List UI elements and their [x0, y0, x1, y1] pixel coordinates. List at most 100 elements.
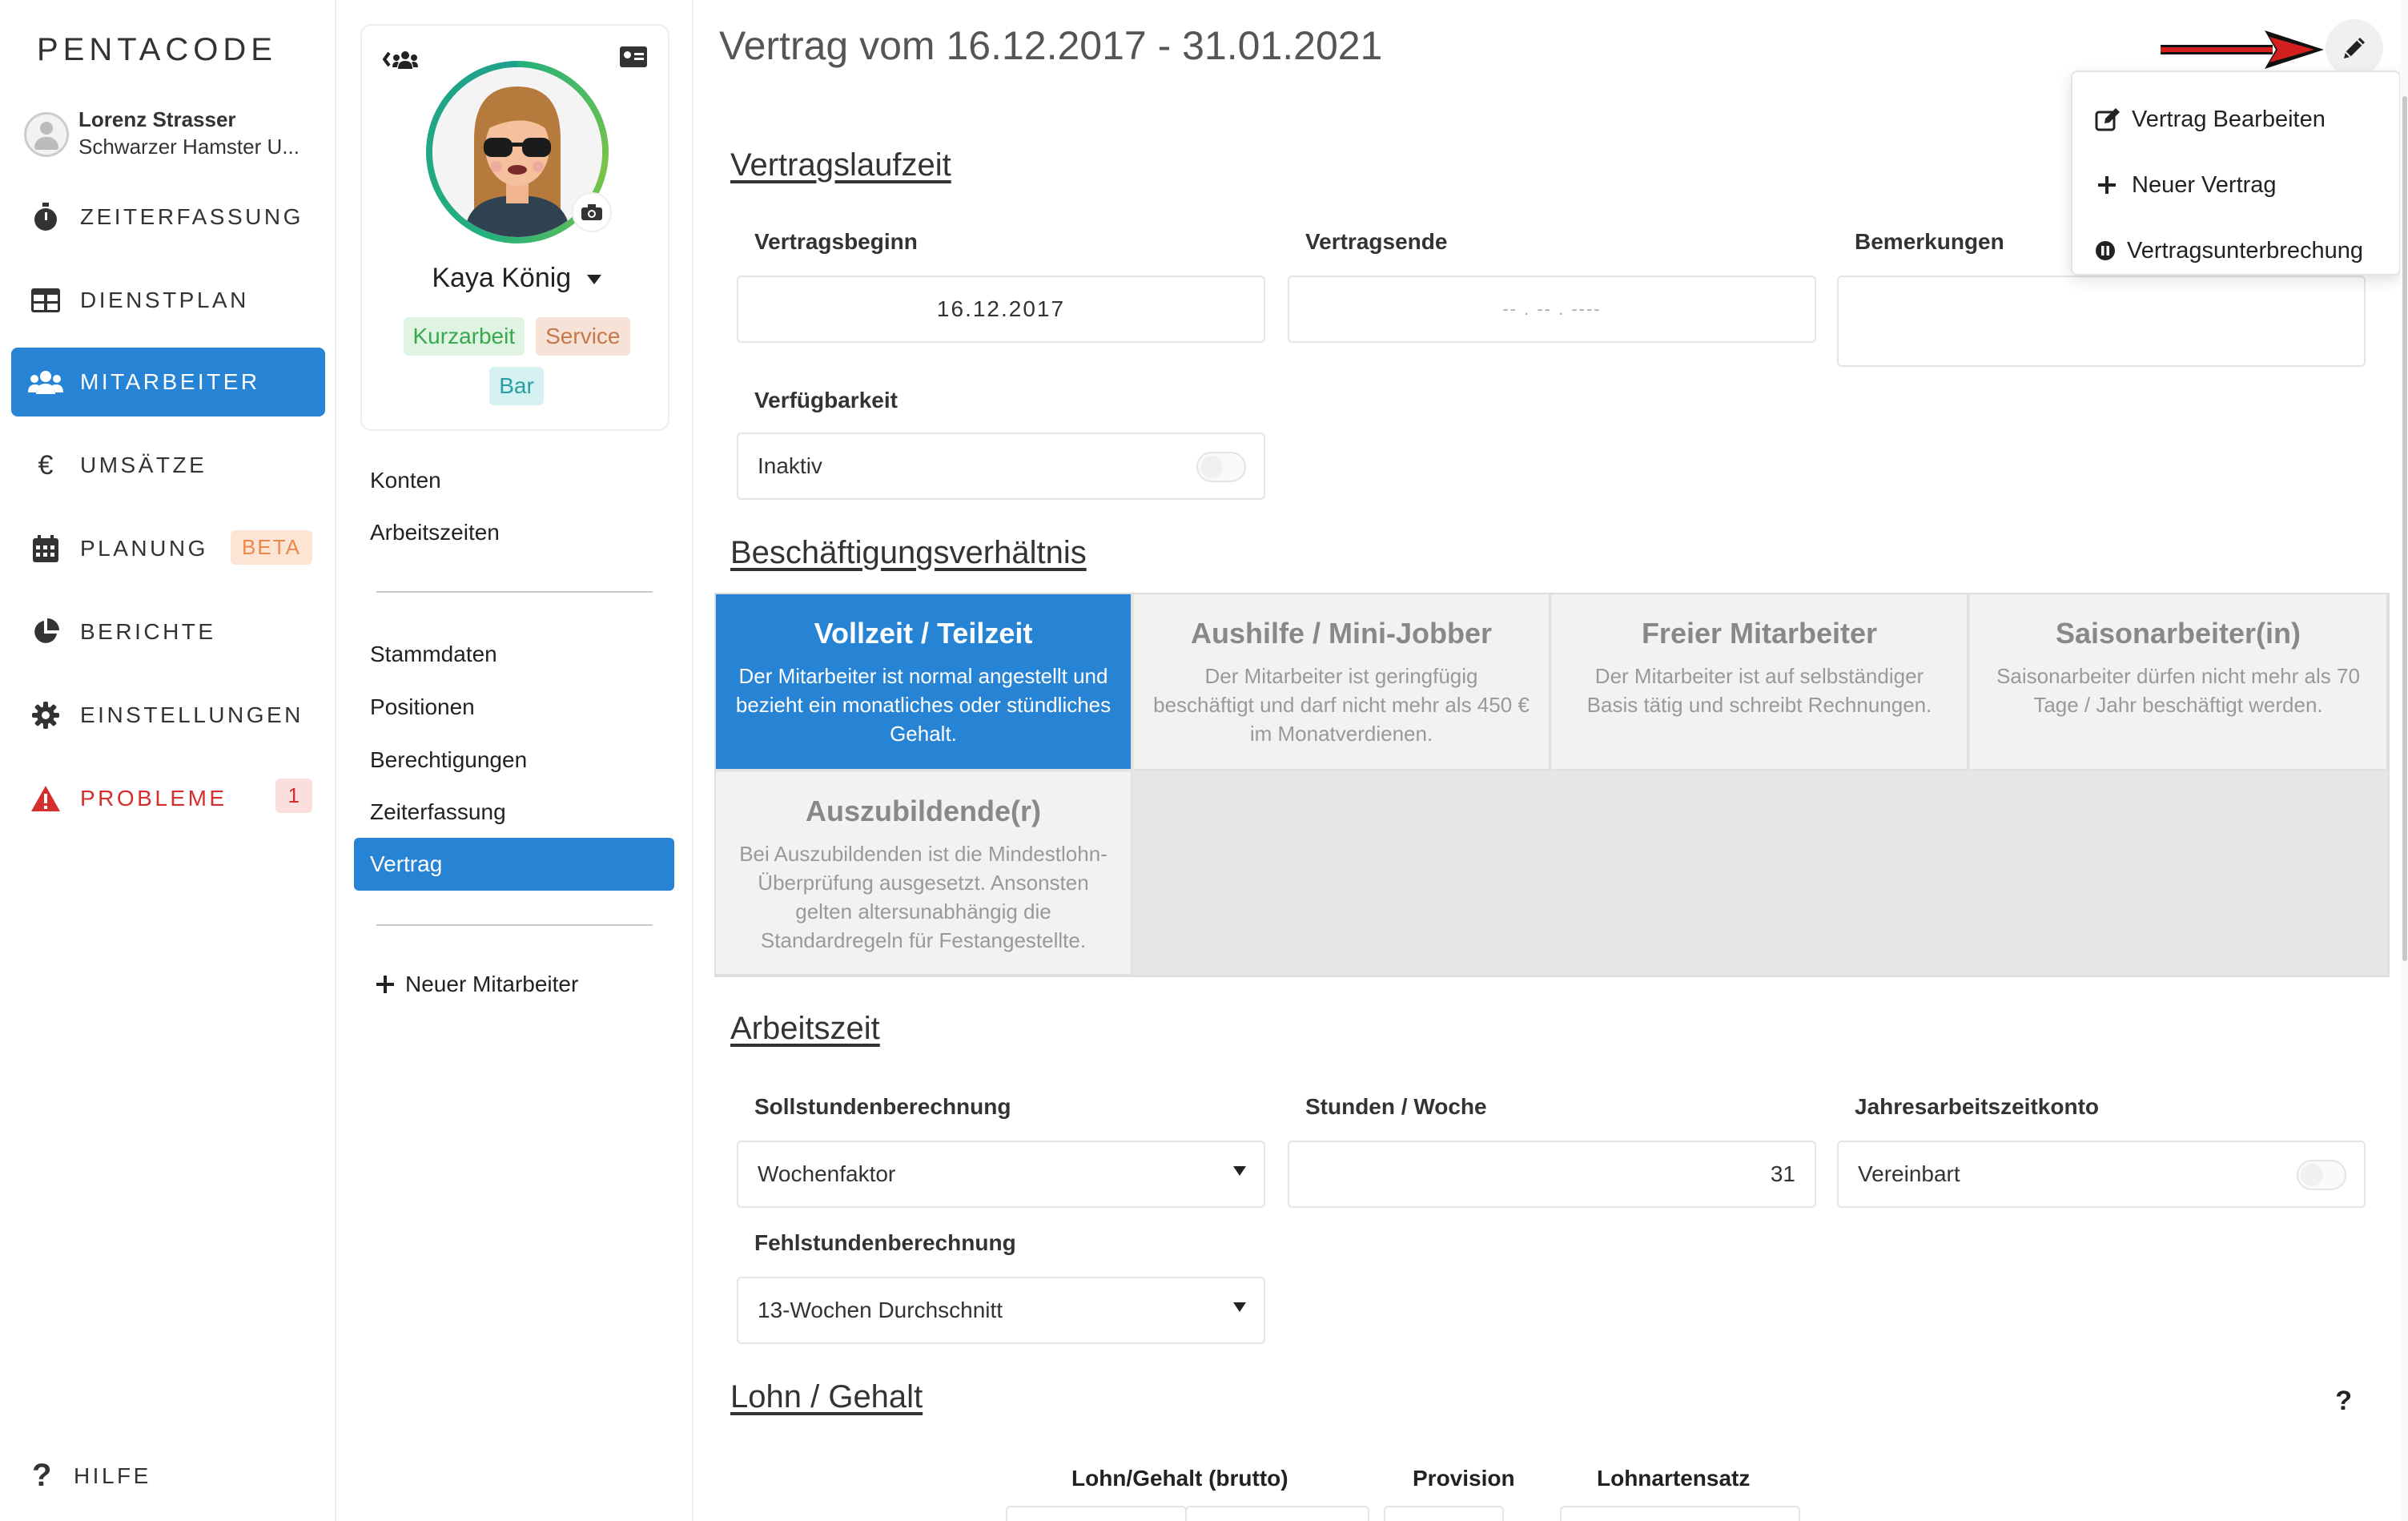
employment-option-vollzeit[interactable]: Vollzeit / Teilzeit Der Mitarbeiter ist … — [716, 594, 1132, 771]
menu-item-neuer-vertrag[interactable]: Neuer Vertrag — [2072, 152, 2399, 218]
employee-name-dropdown[interactable]: Kaya König — [362, 263, 671, 294]
bemerkungen-textarea[interactable] — [1837, 276, 2366, 367]
problems-count-badge: 1 — [275, 779, 312, 813]
subnav-positionen[interactable]: Positionen — [370, 694, 475, 720]
verfuegbarkeit-field: Inaktiv — [737, 433, 1265, 500]
scrollbar-thumb[interactable] — [2402, 96, 2407, 961]
verfuegbarkeit-value: Inaktiv — [758, 453, 822, 478]
jahresarbeitszeitkonto-field: Vereinbart — [1837, 1141, 2366, 1208]
new-employee-label: Neuer Mitarbeiter — [405, 972, 579, 996]
subnav-berechtigungen[interactable]: Berechtigungen — [370, 747, 527, 773]
menu-item-label: Neuer Vertrag — [2132, 171, 2277, 198]
warning-icon — [11, 786, 80, 811]
nav-item-umsaetze[interactable]: € UMSÄTZE — [11, 431, 325, 500]
nav-label: DIENSTPLAN — [80, 288, 249, 312]
nav-item-probleme[interactable]: PROBLEME 1 — [11, 764, 325, 833]
option-title: Vollzeit / Teilzeit — [814, 617, 1033, 650]
question-icon: ? — [32, 1458, 54, 1493]
new-employee-button[interactable]: Neuer Mitarbeiter — [376, 972, 578, 997]
verfuegbarkeit-label: Verfügbarkeit — [754, 388, 898, 412]
pie-chart-icon — [11, 618, 80, 646]
id-card-icon[interactable] — [620, 46, 647, 67]
employment-option-aushilfe[interactable]: Aushilfe / Mini-Jobber Der Mitarbeiter i… — [1134, 594, 1550, 771]
menu-item-vertragsunterbrechung[interactable]: Vertragsunterbrechung — [2072, 218, 2399, 284]
employee-name: Kaya König — [432, 263, 572, 293]
lohn-field[interactable] — [1006, 1506, 1187, 1521]
option-description: Der Mitarbeiter ist normal angestellt un… — [735, 664, 1112, 746]
section-vertragslaufzeit: Vertragslaufzeit — [730, 147, 951, 183]
nav-item-planung[interactable]: PLANUNG BETA — [11, 514, 325, 583]
contract-actions-menu: Vertrag Bearbeiten Neuer Vertrag Vertrag… — [2071, 70, 2401, 276]
fehlstunden-value: 13-Wochen Durchschnitt — [758, 1298, 1003, 1322]
fehlstunden-label: Fehlstundenberechnung — [754, 1230, 1016, 1255]
scrollbar[interactable] — [2400, 0, 2408, 1521]
profile-card: Kaya König Kurzarbeit Service Bar — [360, 24, 669, 431]
jahresarbeitszeitkonto-label: Jahresarbeitszeitkonto — [1855, 1094, 2099, 1119]
provision-field[interactable] — [1384, 1506, 1504, 1521]
option-title: Auszubildende(r) — [806, 795, 1041, 827]
sollstunden-select[interactable]: Wochenfaktor — [737, 1141, 1265, 1208]
vertragsende-field[interactable]: -- . -- . ---- — [1288, 276, 1816, 343]
option-title: Freier Mitarbeiter — [1641, 617, 1878, 650]
nav-label: ZEITERFASSUNG — [80, 204, 304, 229]
sollstunden-value: Wochenfaktor — [758, 1161, 896, 1186]
column-lohn-gehalt: Lohn/Gehalt (brutto) — [1071, 1466, 1288, 1491]
stunden-woche-input[interactable]: 31 — [1288, 1141, 1816, 1208]
sidebar: PENTACODE Lorenz Strasser Schwarzer Hams… — [0, 0, 336, 1521]
employee-tags: Kurzarbeit Service Bar — [378, 317, 655, 405]
sollstunden-label: Sollstundenberechnung — [754, 1094, 1011, 1119]
vertragsende-label: Vertragsende — [1305, 229, 1448, 254]
jahresarbeitszeitkonto-toggle[interactable] — [2297, 1160, 2346, 1190]
logo[interactable]: PENTACODE — [37, 32, 277, 68]
jahresarbeitszeitkonto-value: Vereinbart — [1858, 1161, 1960, 1186]
nav-label: MITARBEITER — [80, 369, 260, 394]
subnav-divider — [376, 924, 653, 926]
nav-label: BERICHTE — [80, 619, 216, 644]
euro-icon: € — [38, 449, 54, 481]
subnav-arbeitszeiten[interactable]: Arbeitszeiten — [370, 520, 500, 545]
edit-contract-button[interactable] — [2326, 19, 2383, 77]
tag-service: Service — [536, 317, 630, 356]
annotation-arrow-icon — [2161, 30, 2324, 69]
nav-item-zeiterfassung[interactable]: ZEITERFASSUNG — [11, 183, 325, 251]
nav-item-mitarbeiter[interactable]: MITARBEITER — [11, 348, 325, 416]
menu-item-label: Vertragsunterbrechung — [2127, 237, 2364, 264]
employment-option-auszubildende[interactable]: Auszubildende(r) Bei Auszubildenden ist … — [716, 772, 1132, 976]
camera-icon[interactable] — [572, 192, 612, 232]
option-description: Saisonarbeiter dürfen nicht mehr als 70 … — [1996, 664, 2360, 717]
fehlstunden-select[interactable]: 13-Wochen Durchschnitt — [737, 1277, 1265, 1344]
profile-avatar — [426, 61, 612, 243]
subnav-vertrag[interactable]: Vertrag — [354, 838, 674, 891]
employment-option-saisonarbeiter[interactable]: Saisonarbeiter(in) Saisonarbeiter dürfen… — [1970, 594, 2388, 771]
help-question-icon[interactable]: ? — [2335, 1386, 2352, 1417]
tag-bar: Bar — [489, 367, 544, 405]
caret-down-icon — [586, 275, 601, 285]
menu-item-vertrag-bearbeiten[interactable]: Vertrag Bearbeiten — [2072, 87, 2399, 152]
subnav-stammdaten[interactable]: Stammdaten — [370, 642, 497, 667]
nav-label: EINSTELLUNGEN — [80, 702, 304, 727]
employment-option-freier-mitarbeiter[interactable]: Freier Mitarbeiter Der Mitarbeiter ist a… — [1552, 594, 1968, 771]
lohnartensatz-field[interactable] — [1560, 1506, 1800, 1521]
back-to-employees-button[interactable] — [382, 48, 418, 75]
lohn-field[interactable] — [1185, 1506, 1369, 1521]
current-user[interactable]: Lorenz Strasser Schwarzer Hamster U... — [24, 104, 328, 168]
nav-item-einstellungen[interactable]: EINSTELLUNGEN — [11, 681, 325, 750]
subnav-zeiterfassung[interactable]: Zeiterfassung — [370, 799, 506, 825]
option-description: Bei Auszubildenden ist die Mindestlohn-Ü… — [739, 842, 1108, 952]
help-link[interactable]: ? HILFE — [32, 1458, 151, 1494]
subnav-konten[interactable]: Konten — [370, 468, 441, 493]
bemerkungen-label: Bemerkungen — [1855, 229, 2004, 254]
verfuegbarkeit-toggle[interactable] — [1196, 452, 1246, 482]
pause-circle-icon — [2096, 241, 2115, 260]
nav-label: PLANUNG — [80, 536, 208, 561]
tag-kurzarbeit: Kurzarbeit — [403, 317, 525, 356]
nav-item-dienstplan[interactable]: DIENSTPLAN — [11, 266, 325, 335]
nav-item-berichte[interactable]: BERICHTE — [11, 598, 325, 666]
users-icon — [11, 370, 80, 394]
beta-badge: BETA — [231, 530, 312, 565]
option-title: Saisonarbeiter(in) — [2055, 617, 2301, 650]
column-provision: Provision — [1413, 1466, 1515, 1491]
calendar-icon — [11, 535, 80, 562]
help-label: HILFE — [73, 1463, 151, 1488]
vertragsbeginn-field[interactable]: 16.12.2017 — [737, 276, 1265, 343]
